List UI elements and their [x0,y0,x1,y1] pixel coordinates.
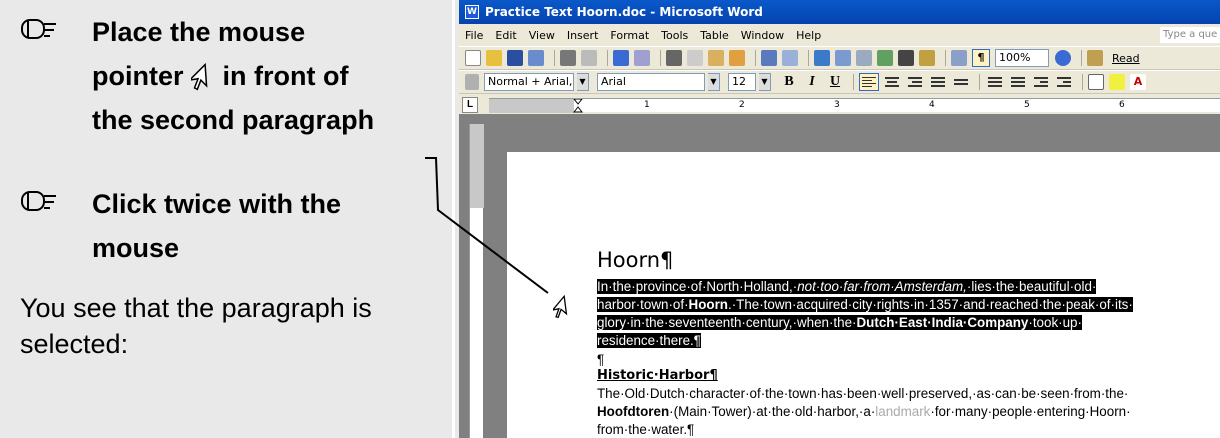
instruction-step-1: Place the mouse pointer in front of the … [20,10,374,142]
read-button[interactable]: Read [1112,52,1140,65]
show-hide-pilcrow-button[interactable]: ¶ [972,49,990,67]
word-window: W Practice Text Hoorn.doc - Microsoft Wo… [459,0,1220,438]
align-center-button[interactable] [882,73,902,91]
menu-tools[interactable]: Tools [661,29,688,42]
menu-file[interactable]: File [465,29,483,42]
copy-icon[interactable] [687,50,703,66]
document-area: Hoorn¶ In·the·province·of·North·Holland,… [459,114,1220,438]
hyperlink-icon[interactable] [814,50,830,66]
columns-icon[interactable] [898,50,914,66]
italic-button[interactable]: I [802,74,822,90]
paste-icon[interactable] [708,50,724,66]
window-title: Practice Text Hoorn.doc - Microsoft Word [485,5,763,19]
step1-line3: the second paragraph [92,105,375,135]
instruction-step-2: Click twice with the mouse [20,182,341,270]
highlight-icon[interactable] [1109,74,1125,90]
bullets-button[interactable] [1008,73,1028,91]
step1-line2: pointer in front of [92,61,349,91]
document-page[interactable]: Hoorn¶ In·the·province·of·North·Holland,… [507,152,1220,438]
word-app-icon: W [465,5,479,19]
decrease-indent-button[interactable] [1031,73,1051,91]
step2-line2: mouse [92,233,180,263]
selected-paragraph[interactable]: In·the·province·of·North·Holland,·not·to… [597,278,1189,350]
tab-selector-button[interactable]: L [462,97,478,113]
panel-divider [452,0,455,438]
subheading: Historic·Harbor¶ [597,368,718,383]
align-left-button[interactable] [859,73,879,91]
vertical-ruler[interactable] [469,124,484,438]
standard-toolbar: ¶ 100% Read [459,46,1220,70]
menu-help[interactable]: Help [796,29,821,42]
research-icon[interactable] [634,50,650,66]
numbering-button[interactable] [985,73,1005,91]
document-heading: Hoorn¶ [597,248,674,272]
styles-pane-icon[interactable] [465,74,479,90]
print-icon[interactable] [560,50,576,66]
insert-table-icon[interactable] [856,50,872,66]
indent-marker-icon[interactable] [573,99,583,113]
spelling-icon[interactable] [613,50,629,66]
pointing-hand-icon [21,19,56,39]
size-dropdown-arrow[interactable]: ▼ [759,73,771,91]
undo-icon[interactable] [761,50,777,66]
font-select[interactable]: Arial [597,73,705,91]
drawing-icon[interactable] [919,50,935,66]
font-dropdown-arrow[interactable]: ▼ [708,73,720,91]
align-right-button[interactable] [905,73,925,91]
font-size-select[interactable]: 12 [728,73,756,91]
horizontal-ruler[interactable]: 1 2 3 4 5 6 [489,98,1220,113]
zoom-select[interactable]: 100% [995,49,1049,67]
insert-excel-icon[interactable] [877,50,893,66]
bold-button[interactable]: B [779,74,799,90]
menu-insert[interactable]: Insert [567,29,599,42]
empty-paragraph[interactable]: ¶ [597,351,1189,369]
redo-icon[interactable] [782,50,798,66]
menu-format[interactable]: Format [610,29,649,42]
menu-edit[interactable]: Edit [495,29,516,42]
menu-window[interactable]: Window [741,29,784,42]
style-dropdown-arrow[interactable]: ▼ [577,73,589,91]
tables-borders-icon[interactable] [835,50,851,66]
mouse-pointer-icon [191,62,208,91]
read-icon [1087,50,1103,66]
pointing-hand-icon [21,191,56,211]
font-color-icon[interactable]: A [1130,74,1146,90]
step1-line1: Place the mouse [92,17,306,47]
permission-icon[interactable] [528,50,544,66]
cut-icon[interactable] [666,50,682,66]
style-select[interactable]: Normal + Arial, [484,73,574,91]
result-text: You see that the paragraph is selected: [20,293,372,359]
menu-bar: File Edit View Insert Format Tools Table… [459,24,1220,46]
justify-button[interactable] [928,73,948,91]
help-icon[interactable] [1055,50,1071,66]
print-preview-icon[interactable] [581,50,597,66]
instruction-panel: Place the mouse pointer in front of the … [0,0,452,438]
title-bar: W Practice Text Hoorn.doc - Microsoft Wo… [459,0,1220,24]
underline-button[interactable]: U [825,74,845,90]
step2-line1: Click twice with the [92,189,342,219]
horizontal-ruler-row: L 1 2 3 4 5 6 [459,94,1220,116]
line-spacing-button[interactable] [951,73,971,91]
formatting-toolbar: Normal + Arial, ▼ Arial ▼ 12 ▼ B I U A [459,70,1220,94]
format-painter-icon[interactable] [729,50,745,66]
increase-indent-button[interactable] [1054,73,1074,91]
menu-table[interactable]: Table [700,29,728,42]
document-map-icon[interactable] [951,50,967,66]
open-folder-icon[interactable] [486,50,502,66]
save-icon[interactable] [507,50,523,66]
second-paragraph[interactable]: The·Old·Dutch·character·of·the·town·has·… [597,385,1189,438]
help-search-input[interactable]: Type a que [1160,27,1220,43]
menu-view[interactable]: View [529,29,555,42]
borders-icon[interactable] [1088,74,1104,90]
new-document-icon[interactable] [465,50,481,66]
selection-pointer-icon [553,294,568,319]
